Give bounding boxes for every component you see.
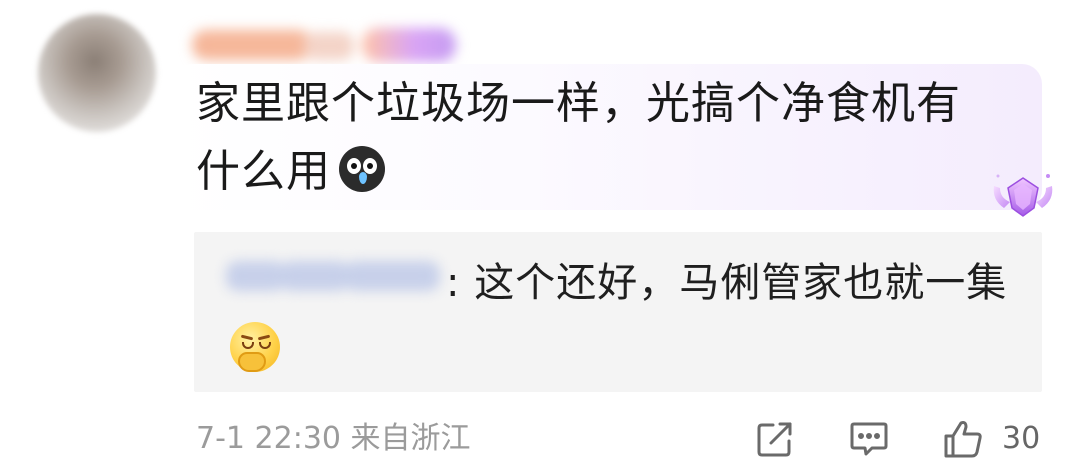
avatar[interactable] — [38, 14, 156, 132]
thumbs-up-icon[interactable] — [942, 418, 984, 460]
username-redacted[interactable] — [192, 22, 472, 66]
comment-card: 家里跟个垃圾场一样，光搞个净食机有什么用 : 这个还好，马俐管家也就一集 7-1… — [0, 0, 1080, 475]
comment-time: 7-1 22:30 — [196, 421, 341, 456]
reply-separator: : — [446, 260, 461, 306]
comment-location: 来自浙江 — [350, 421, 471, 456]
share-icon[interactable] — [754, 418, 796, 460]
reply-body: : 这个还好，马俐管家也就一集 — [224, 250, 1024, 382]
smirk-face-emoji-icon — [230, 322, 280, 372]
reply-text: 这个还好，马俐管家也就一集 — [460, 260, 1008, 306]
crying-face-emoji-icon — [339, 146, 385, 192]
comment-icon[interactable] — [848, 418, 890, 460]
gem-badge-icon — [993, 174, 1053, 217]
comment-text: 家里跟个垃圾场一样，光搞个净食机有什么用 — [196, 78, 961, 197]
like-count: 30 — [1002, 421, 1041, 456]
comment-body: 家里跟个垃圾场一样，光搞个净食机有什么用 — [196, 70, 996, 206]
comment-meta: 7-1 22:30 来自浙江 — [196, 419, 471, 459]
